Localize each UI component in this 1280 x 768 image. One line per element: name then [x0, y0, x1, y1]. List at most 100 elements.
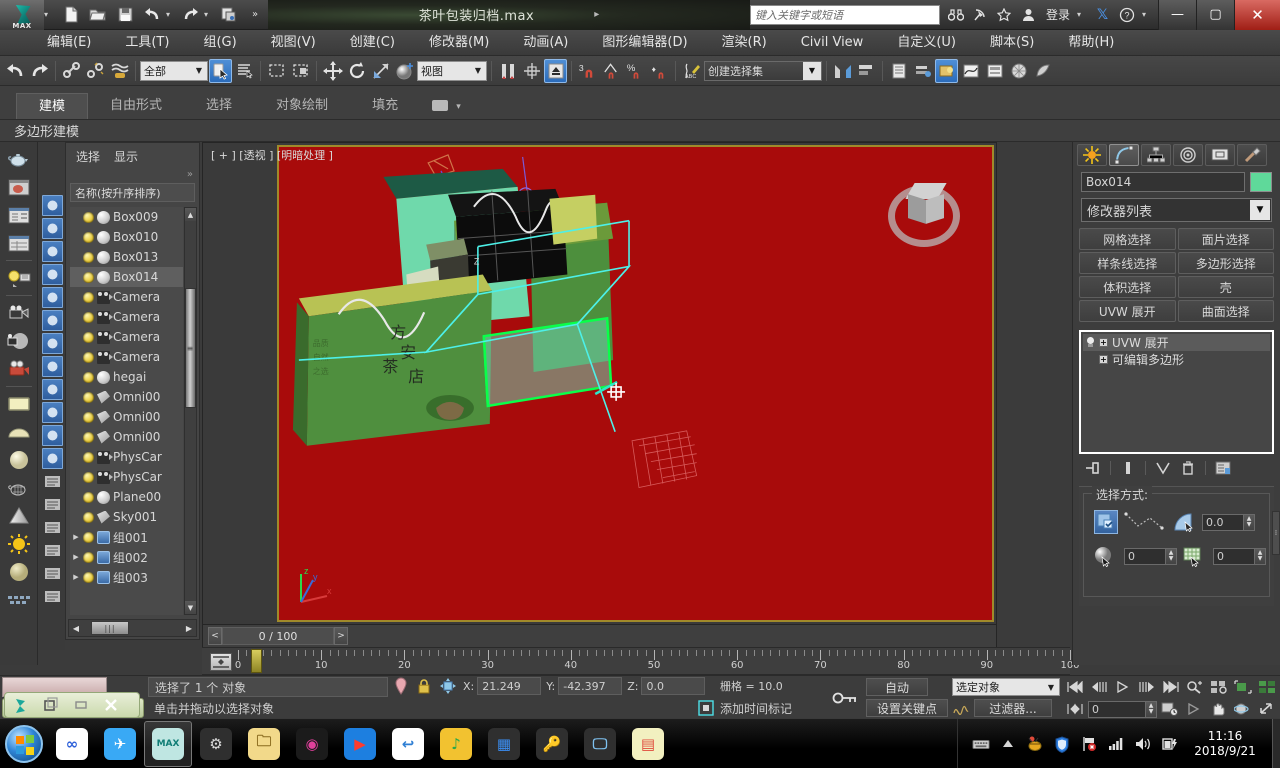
selection-filter-combo[interactable]: 全部 ▼	[140, 60, 208, 81]
sphere-white-icon[interactable]	[4, 447, 34, 473]
coord-y[interactable]: Y: -42.397	[546, 677, 623, 695]
unlink-selection-button[interactable]	[84, 59, 107, 83]
start-button[interactable]	[0, 721, 48, 767]
view-cube[interactable]	[888, 177, 964, 253]
mirror-button[interactable]	[496, 59, 519, 83]
menu-item-1[interactable]: 工具(T)	[108, 30, 186, 56]
list-item[interactable]: Box013	[70, 247, 183, 267]
chevron-down-icon[interactable]: ▼	[470, 66, 486, 75]
edit-named-selection-button[interactable]: ABC	[680, 59, 703, 83]
modifier-button-4[interactable]: 体积选择	[1079, 276, 1176, 298]
key-mode-icon[interactable]	[210, 653, 232, 671]
render-settings-icon[interactable]	[4, 202, 34, 228]
visibility-bulb-icon[interactable]	[83, 471, 94, 483]
sun-icon[interactable]	[4, 531, 34, 557]
zoom-extents-icon[interactable]	[1232, 678, 1254, 696]
select-and-move-button[interactable]	[321, 59, 344, 83]
modify-tab[interactable]	[1109, 144, 1139, 166]
ribbon-tab-选择[interactable]: 选择	[184, 93, 254, 119]
add-time-tag-row[interactable]: 添加时间标记	[697, 699, 792, 717]
copy-blue-icon[interactable]	[41, 333, 63, 354]
binoculars-icon[interactable]	[948, 6, 965, 23]
key-mode-toggle-icon[interactable]	[826, 689, 866, 707]
material-icon[interactable]	[41, 218, 63, 239]
taskbar-browser[interactable]: ↩	[384, 721, 432, 767]
scroll-down-icon[interactable]: ▼	[185, 601, 196, 614]
taskbar-key[interactable]: 🔑	[528, 721, 576, 767]
list-item[interactable]: PhysCar	[70, 467, 183, 487]
save-file-button[interactable]	[112, 3, 138, 27]
list-item[interactable]: Camera	[70, 327, 183, 347]
mini-minimize-icon[interactable]	[71, 696, 91, 714]
cone-icon[interactable]	[4, 503, 34, 529]
taskbar-player[interactable]: ▶	[336, 721, 384, 767]
undo-button[interactable]	[4, 59, 27, 83]
restore-button[interactable]: ▢	[1196, 0, 1234, 30]
visibility-bulb-icon[interactable]	[83, 411, 94, 423]
expand-arrow-icon[interactable]: ▶	[72, 573, 80, 581]
time-slider-handle[interactable]	[251, 649, 262, 673]
ribbon-tab-对象绘制[interactable]: 对象绘制	[254, 93, 350, 119]
modifier-button-5[interactable]: 壳	[1177, 276, 1274, 298]
menu-item-6[interactable]: 动画(A)	[506, 30, 585, 56]
perspective-viewport[interactable]: 方 安 茶 店 品质 自然 之选 Z z x y	[277, 145, 994, 622]
cube-left-face[interactable]	[908, 194, 926, 224]
taskbar-clock[interactable]: 11:16 2018/9/21	[1188, 729, 1262, 759]
absolute-relative-toggle[interactable]	[438, 678, 458, 694]
visibility-bulb-icon[interactable]	[83, 551, 94, 563]
taskbar-baidu[interactable]: ∞	[48, 721, 96, 767]
satellite-icon[interactable]	[972, 6, 989, 23]
antivirus-icon[interactable]	[1026, 735, 1044, 753]
spinner-arrows-icon[interactable]: ▲ ▼	[1166, 547, 1177, 565]
coord-x-value[interactable]: 21.249	[477, 677, 542, 695]
scroll-up-icon[interactable]: ▲	[185, 208, 196, 221]
modifier-button-3[interactable]: 多边形选择	[1177, 252, 1274, 274]
remove-modifier-icon[interactable]	[1180, 460, 1196, 476]
signin-dropdown-icon[interactable]: ▾	[1077, 10, 1087, 19]
time-slider-track[interactable]: 0 10 20 30 40 50 60 70 80 90 100	[202, 647, 1080, 675]
rollout-scrollbar[interactable]: ⁞	[1272, 511, 1280, 555]
expand-arrow-icon[interactable]: ▶	[72, 553, 80, 561]
named-selection-set-combo[interactable]: 创建选择集 ▼	[704, 60, 822, 81]
funnel-icon[interactable]	[42, 540, 63, 561]
align-button[interactable]	[520, 59, 543, 83]
square-blue-icon[interactable]	[41, 356, 63, 377]
select-by-material-icon[interactable]	[1183, 544, 1207, 568]
explorer-vscrollbar[interactable]: ▲ ≡ ▼	[184, 207, 197, 615]
frame-indicator[interactable]: 0 / 100	[222, 627, 334, 645]
key-mode-toggle-button[interactable]	[1064, 700, 1086, 718]
goto-end-button[interactable]	[1160, 678, 1182, 696]
list-item[interactable]: ▶ 组001	[70, 527, 183, 547]
taskbar-monitor[interactable]: 🖵	[576, 721, 624, 767]
mirror-geometry-button[interactable]	[831, 59, 854, 83]
object-name-input[interactable]: Box014	[1081, 172, 1245, 192]
expand-plus-icon[interactable]: +	[1099, 355, 1108, 364]
expand-plus-icon[interactable]: +	[1099, 338, 1108, 347]
light-lister-icon[interactable]	[4, 265, 34, 291]
ribbon-tab-自由形式[interactable]: 自由形式	[88, 93, 184, 119]
mini-max-icon[interactable]	[11, 696, 31, 714]
mini-restore-icon[interactable]	[41, 696, 61, 714]
taskbar-music[interactable]: ♪	[432, 721, 480, 767]
visibility-bulb-icon[interactable]	[83, 371, 94, 383]
render-setup-button[interactable]	[1007, 59, 1030, 83]
maximize-viewport-icon[interactable]	[1255, 700, 1277, 718]
user-icon[interactable]	[1020, 6, 1037, 23]
list-item[interactable]: hegai	[70, 367, 183, 387]
select-and-scale-button[interactable]	[369, 59, 392, 83]
mini-close-icon[interactable]	[101, 696, 121, 714]
scroll-left-icon[interactable]: ◀	[69, 624, 83, 633]
select-by-element-spinner[interactable]: 0 ▲ ▼	[1124, 547, 1177, 565]
prev-frame-button[interactable]	[1088, 678, 1110, 696]
exchange-icon[interactable]: 𝕏	[1094, 6, 1111, 23]
list-item[interactable]: Box009	[70, 207, 183, 227]
menu-item-9[interactable]: Civil View	[784, 30, 881, 56]
viewport-label[interactable]: [ + ] [透视 ] [明暗处理 ]	[211, 147, 333, 163]
menu-item-11[interactable]: 脚本(S)	[973, 30, 1051, 56]
select-and-rotate-button[interactable]	[345, 59, 368, 83]
funnel2-icon[interactable]	[42, 563, 63, 584]
coord-x[interactable]: X: 21.249	[463, 677, 542, 695]
list-item[interactable]: Camera	[70, 307, 183, 327]
visibility-bulb-icon[interactable]	[83, 271, 94, 283]
teapot-icon[interactable]	[4, 146, 34, 172]
